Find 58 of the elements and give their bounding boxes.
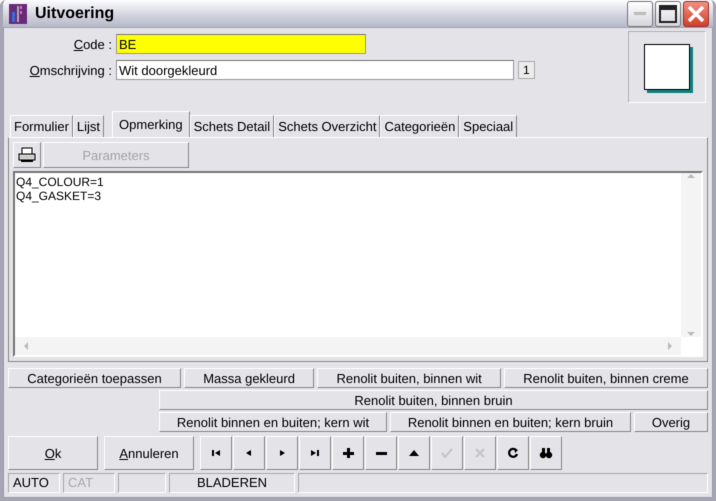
category-button[interactable]: Overig bbox=[634, 412, 708, 432]
maximize-icon bbox=[659, 4, 677, 22]
app-icon bbox=[9, 4, 27, 24]
tab[interactable]: Opmerking bbox=[112, 111, 190, 137]
print-button[interactable] bbox=[13, 142, 41, 168]
vertical-scrollbar[interactable] bbox=[681, 173, 701, 337]
window-title: Uitvoering bbox=[35, 4, 114, 22]
nav-button[interactable] bbox=[497, 436, 529, 470]
color-swatch bbox=[644, 44, 690, 90]
horizontal-scrollbar[interactable] bbox=[15, 337, 681, 355]
memo-field[interactable]: Q4_COLOUR=1 Q4_GASKET=3 bbox=[13, 171, 703, 357]
left-arrow-icon bbox=[23, 342, 29, 350]
nav-button[interactable] bbox=[200, 436, 232, 470]
status-cell: BLADEREN bbox=[169, 473, 295, 493]
close-icon bbox=[687, 4, 705, 22]
tab[interactable]: Categorieën bbox=[380, 115, 460, 137]
printer-icon bbox=[18, 147, 36, 163]
category-button[interactable]: Renolit buiten, binnen creme bbox=[504, 368, 708, 388]
tab[interactable]: Formulier bbox=[10, 115, 73, 137]
status-panel bbox=[118, 473, 166, 493]
down-arrow-icon bbox=[687, 331, 695, 337]
text-field[interactable]: BE bbox=[116, 34, 366, 54]
field-label: Omschrijving : bbox=[28, 62, 113, 78]
maximize-button[interactable] bbox=[655, 0, 681, 26]
tab[interactable]: Schets Detail bbox=[190, 115, 274, 137]
status-cell: CAT bbox=[63, 473, 115, 493]
tab[interactable]: Schets Overzicht bbox=[274, 115, 380, 137]
category-button[interactable]: Renolit binnen en buiten; kern bruin bbox=[390, 412, 631, 432]
cross-icon bbox=[473, 446, 487, 460]
category-button[interactable]: Massa gekleurd bbox=[184, 368, 314, 388]
refresh-icon bbox=[506, 446, 520, 460]
right-arrow-icon bbox=[667, 342, 673, 350]
minimize-icon bbox=[634, 12, 646, 16]
action-button[interactable]: Ok bbox=[8, 436, 98, 470]
checkmark-icon bbox=[440, 446, 454, 460]
field-label: Code : bbox=[72, 36, 113, 52]
memo-line: Q4_GASKET=3 bbox=[16, 189, 102, 203]
close-button[interactable] bbox=[683, 0, 709, 26]
nav-button[interactable] bbox=[398, 436, 430, 470]
category-button[interactable]: Renolit binnen en buiten; kern wit bbox=[159, 412, 387, 432]
binoculars-icon bbox=[539, 446, 553, 460]
nav-button[interactable] bbox=[365, 436, 397, 470]
action-button[interactable]: Annuleren bbox=[104, 436, 194, 470]
minimize-button[interactable] bbox=[627, 0, 653, 26]
nav-button[interactable] bbox=[530, 436, 562, 470]
up-arrow-icon bbox=[687, 173, 695, 179]
nav-button[interactable] bbox=[299, 436, 331, 470]
tab[interactable]: Lijst bbox=[72, 115, 104, 137]
category-button[interactable]: Renolit buiten, binnen wit bbox=[317, 368, 501, 388]
nav-button[interactable] bbox=[332, 436, 364, 470]
status-cell: AUTO bbox=[8, 473, 60, 493]
counter-badge: 1 bbox=[518, 61, 535, 79]
tab[interactable]: Speciaal bbox=[459, 115, 518, 137]
text-field[interactable]: Wit doorgekleurd bbox=[116, 60, 514, 80]
category-button[interactable]: Categorieën toepassen bbox=[8, 368, 181, 388]
memo-line: Q4_COLOUR=1 bbox=[16, 175, 105, 189]
plus-icon bbox=[341, 446, 355, 460]
category-button[interactable]: Renolit buiten, binnen bruin bbox=[159, 390, 708, 410]
